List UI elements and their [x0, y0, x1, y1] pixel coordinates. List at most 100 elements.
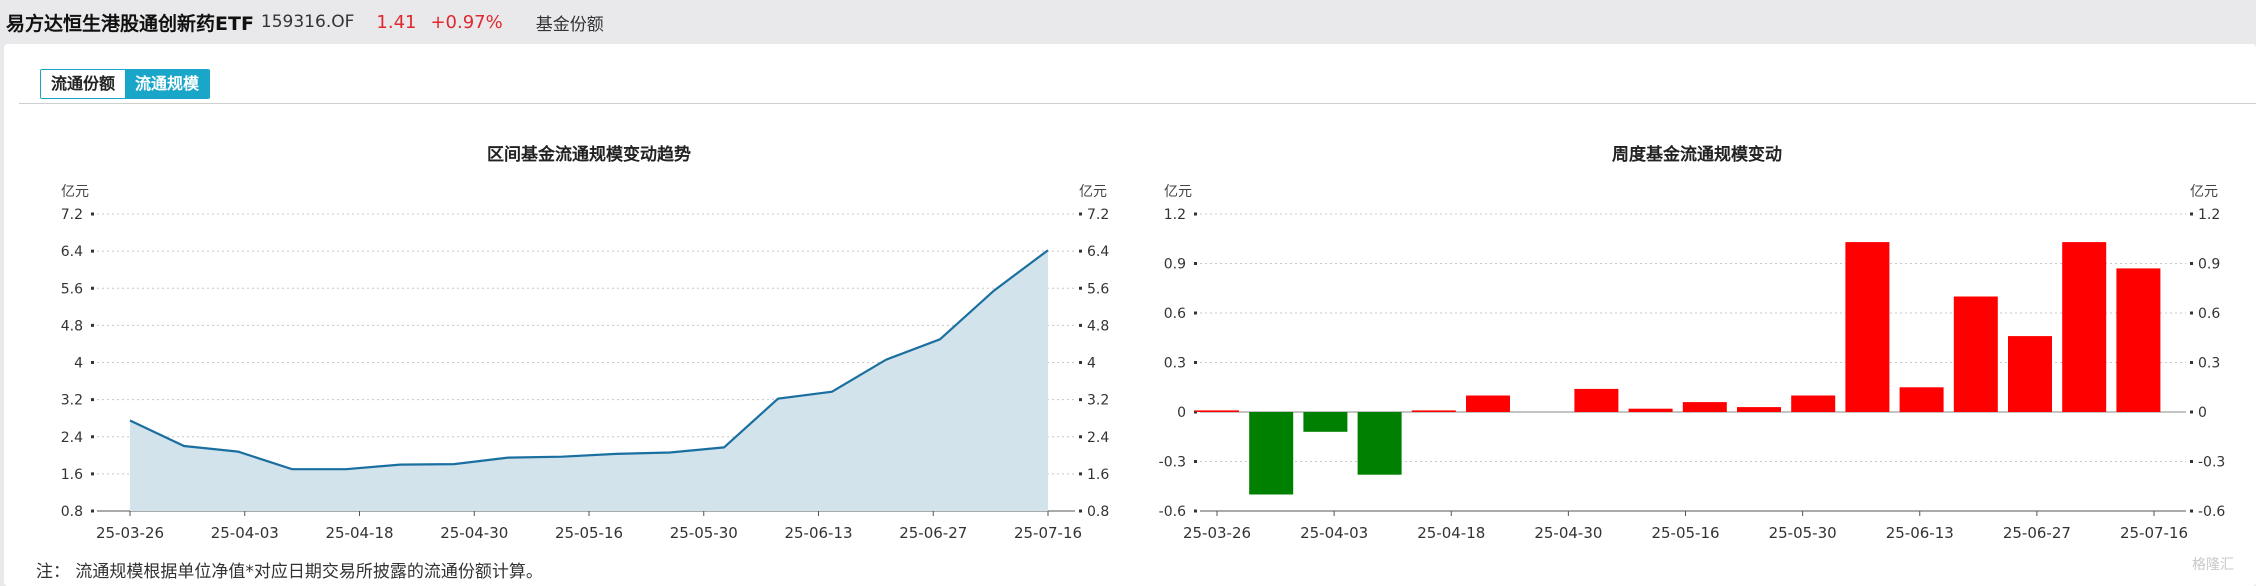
bar [1628, 408, 1673, 412]
y-tick-dot-right [1079, 323, 1082, 327]
y-tick-label-left: 0.6 [1164, 306, 1186, 322]
y-tick-label-left: 0.9 [1164, 257, 1186, 273]
y-tick-dot-left [1194, 361, 1197, 364]
y-unit-left: 亿元 [61, 184, 89, 200]
y-tick-dot-right [2190, 361, 2193, 364]
y-tick-dot-right [1079, 398, 1082, 402]
y-tick-label-left: 0 [1177, 405, 1186, 421]
x-tick-label: 25-07-16 [2120, 524, 2188, 542]
y-tick-label-right: 0.6 [2198, 306, 2220, 322]
bar [1737, 407, 1781, 412]
y-tick-dot-left [91, 286, 94, 290]
x-tick-label: 25-03-26 [1183, 524, 1251, 542]
y-tick-label-left: 1.2 [1164, 207, 1186, 223]
y-unit-left: 亿元 [1164, 184, 1192, 200]
x-tick-label: 25-05-30 [670, 524, 738, 542]
y-tick-label-right: 2.4 [1087, 430, 1109, 446]
y-tick-label-right: -0.3 [2198, 455, 2225, 471]
chart-title: 周度基金流通规模变动 [1612, 144, 1782, 165]
y-tick-dot-left [1194, 212, 1197, 216]
y-tick-label-right: 0.8 [1087, 504, 1109, 520]
y-tick-dot-right [1079, 361, 1082, 364]
x-tick-label: 25-04-30 [1534, 524, 1602, 542]
y-tick-label-left: -0.6 [1159, 504, 1186, 520]
y-tick-dot-left [91, 472, 94, 476]
y-tick-label-left: 4.8 [61, 318, 83, 334]
y-tick-label-right: 4 [1087, 356, 1096, 372]
y-tick-dot-left [91, 435, 94, 439]
y-tick-label-right: 1.2 [2198, 207, 2220, 223]
y-tick-label-right: 5.6 [1087, 281, 1109, 297]
y-tick-label-left: 0.3 [1164, 356, 1186, 372]
bar [2116, 268, 2161, 412]
x-tick-label: 25-05-30 [1769, 524, 1837, 542]
x-tick-label: 25-04-18 [325, 524, 393, 542]
y-tick-label-left: -0.3 [1159, 455, 1186, 471]
bar [1682, 402, 1727, 412]
y-tick-dot-right [1079, 212, 1082, 216]
y-tick-dot-left [91, 249, 94, 253]
y-unit-right: 亿元 [2190, 184, 2218, 200]
x-tick-label: 25-06-27 [2003, 524, 2071, 542]
y-tick-dot-right [2190, 460, 2193, 463]
y-tick-dot-right [1079, 249, 1082, 253]
y-tick-dot-right [2190, 509, 2193, 513]
y-tick-label-right: -0.6 [2198, 504, 2225, 520]
x-tick-label: 25-04-18 [1417, 524, 1485, 542]
y-tick-dot-right [2190, 212, 2193, 216]
y-tick-dot-right [1079, 472, 1082, 476]
y-tick-label-right: 0 [2198, 405, 2207, 421]
y-tick-dot-right [1079, 509, 1082, 513]
y-tick-label-left: 7.2 [61, 207, 83, 223]
x-tick-label: 25-06-13 [784, 524, 852, 542]
y-tick-label-right: 6.4 [1087, 244, 1109, 260]
y-tick-dot-left [1194, 311, 1197, 315]
y-tick-dot-left [1194, 262, 1197, 265]
y-tick-label-right: 0.3 [2198, 356, 2220, 372]
y-tick-label-left: 0.8 [61, 504, 83, 520]
y-tick-label-right: 1.6 [1087, 467, 1109, 483]
y-tick-label-left: 6.4 [61, 244, 83, 260]
y-tick-label-left: 3.2 [61, 393, 83, 409]
y-tick-label-left: 2.4 [61, 430, 83, 446]
y-tick-label-right: 4.8 [1087, 318, 1109, 334]
x-tick-label: 25-05-16 [555, 524, 623, 542]
bar [1466, 395, 1510, 412]
y-tick-dot-left [91, 212, 94, 216]
y-tick-label-right: 7.2 [1087, 207, 1109, 223]
y-tick-dot-right [2190, 311, 2193, 315]
y-tick-dot-right [1079, 286, 1082, 290]
x-tick-label: 25-04-03 [211, 524, 279, 542]
y-tick-dot-left [91, 398, 94, 402]
x-tick-label: 25-07-16 [1014, 524, 1082, 542]
bar [1899, 387, 1944, 413]
y-tick-dot-left [1194, 509, 1197, 513]
x-tick-label: 25-04-30 [440, 524, 508, 542]
charts-canvas: 区间基金流通规模变动趋势亿元 亿元 0.8 0.8 1.6 1.6 2.4 2.4 3.2 3.2… [61, 144, 2226, 542]
bar [2008, 336, 2052, 412]
y-tick-dot-left [1194, 460, 1197, 463]
x-tick-label: 25-06-13 [1886, 524, 1954, 542]
bar [1953, 296, 1998, 412]
y-tick-dot-right [2190, 410, 2193, 414]
x-tick-label: 25-06-27 [899, 524, 967, 542]
x-tick-label: 25-04-03 [1300, 524, 1368, 542]
y-unit-right: 亿元 [1079, 184, 1107, 200]
bar [1574, 388, 1619, 412]
y-tick-label-right: 0.9 [2198, 257, 2220, 273]
area-fill [130, 250, 1048, 511]
bar [2062, 242, 2107, 412]
bar [1195, 410, 1239, 412]
bar [1791, 395, 1836, 412]
y-tick-label-left: 5.6 [61, 281, 83, 297]
y-tick-dot-right [1079, 435, 1082, 439]
bar [1303, 412, 1348, 432]
chart-title: 区间基金流通规模变动趋势 [487, 144, 691, 165]
bar [1845, 242, 1890, 412]
y-tick-dot-left [91, 323, 94, 327]
y-tick-dot-left [91, 509, 94, 513]
y-tick-dot-right [2190, 262, 2193, 265]
x-tick-label: 25-05-16 [1651, 524, 1719, 542]
y-tick-label-left: 4 [74, 356, 83, 372]
y-tick-label-right: 3.2 [1087, 393, 1109, 409]
